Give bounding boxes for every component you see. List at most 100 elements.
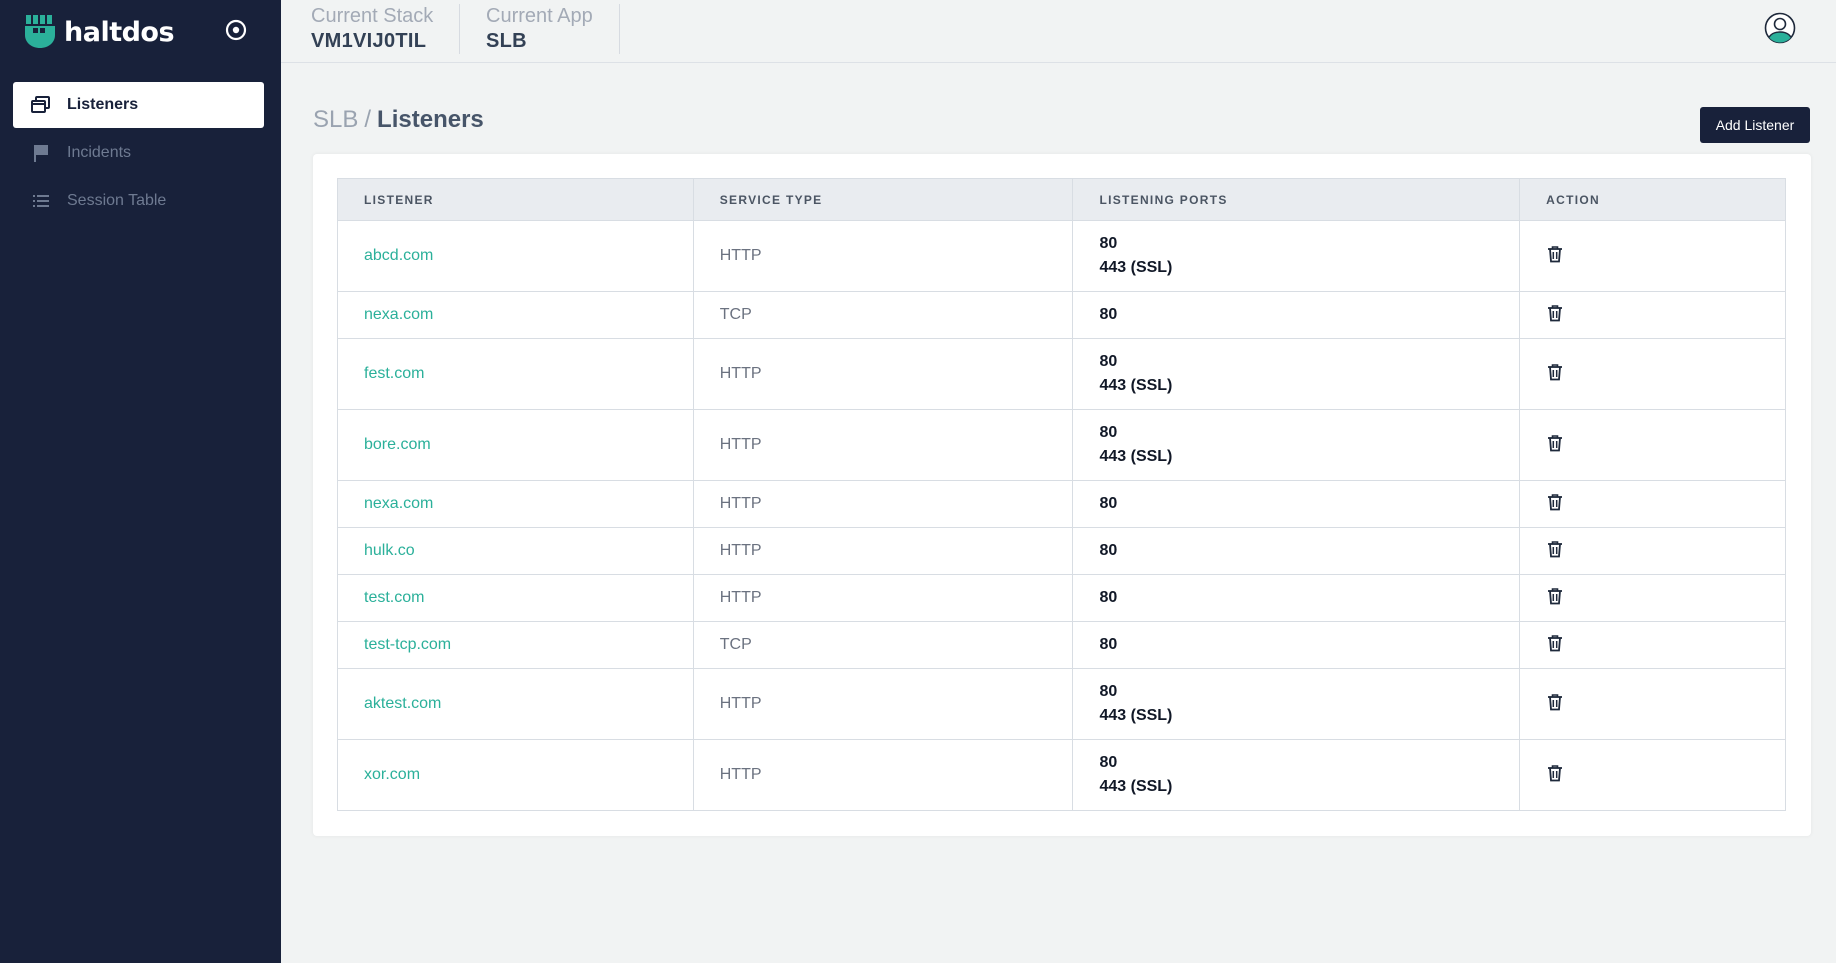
current-app-value: SLB xyxy=(486,30,527,52)
sidebar-toggle-icon[interactable] xyxy=(223,17,249,43)
delete-listener-trash-icon[interactable] xyxy=(1546,245,1564,263)
listener-link[interactable]: aktest.com xyxy=(337,668,694,740)
sidebar-item-label: Listeners xyxy=(67,96,139,113)
sidebar-nav: Listeners Incidents Session Table xyxy=(13,82,264,226)
action-cell xyxy=(1519,409,1786,481)
listening-ports-cell: 80 443 (SSL) xyxy=(1072,739,1521,811)
service-type-cell: HTTP xyxy=(692,338,1074,410)
listening-ports-cell: 80 xyxy=(1072,527,1521,575)
service-type-cell: HTTP xyxy=(692,527,1074,575)
listener-link[interactable]: xor.com xyxy=(337,739,694,811)
port-value: 80 xyxy=(1099,424,1118,441)
current-stack[interactable]: Current Stack VM1VIJ0TIL xyxy=(311,0,433,54)
port-value: 80 xyxy=(1099,495,1118,512)
service-type-cell: HTTP xyxy=(692,668,1074,740)
table-row: test.com HTTP 80 xyxy=(337,574,1786,622)
service-type-cell: TCP xyxy=(692,621,1074,669)
port-value: 443 (SSL) xyxy=(1099,448,1173,465)
add-listener-button[interactable]: Add Listener xyxy=(1700,107,1810,143)
port-value: 443 (SSL) xyxy=(1099,377,1173,394)
breadcrumb-separator: / xyxy=(364,106,372,133)
service-type-cell: TCP xyxy=(692,291,1074,339)
listening-ports-cell: 80 443 (SSL) xyxy=(1072,220,1521,292)
table-row: nexa.com HTTP 80 xyxy=(337,480,1786,528)
sidebar-item-label: Incidents xyxy=(67,144,132,161)
column-header-listening-ports: LISTENING PORTS xyxy=(1072,178,1521,221)
listener-link[interactable]: abcd.com xyxy=(337,220,694,292)
current-stack-value: VM1VIJ0TIL xyxy=(311,30,427,52)
window-icon xyxy=(31,95,51,115)
port-value: 80 xyxy=(1099,589,1118,606)
listener-link[interactable]: hulk.co xyxy=(337,527,694,575)
brand[interactable]: haltdos xyxy=(24,12,175,52)
action-cell xyxy=(1519,220,1786,292)
service-type-cell: HTTP xyxy=(692,480,1074,528)
table-row: bore.com HTTP 80 443 (SSL) xyxy=(337,409,1786,481)
sidebar-item-incidents[interactable]: Incidents xyxy=(13,130,264,176)
breadcrumb-parent[interactable]: SLB xyxy=(313,106,358,133)
topbar: Current Stack VM1VIJ0TIL Current App SLB xyxy=(281,0,1836,63)
delete-listener-trash-icon[interactable] xyxy=(1546,587,1564,605)
listener-link[interactable]: test-tcp.com xyxy=(337,621,694,669)
delete-listener-trash-icon[interactable] xyxy=(1546,634,1564,652)
port-value: 80 xyxy=(1099,542,1118,559)
delete-listener-trash-icon[interactable] xyxy=(1546,493,1564,511)
user-avatar-icon[interactable] xyxy=(1764,12,1796,44)
table-row: test-tcp.com TCP 80 xyxy=(337,621,1786,669)
delete-listener-trash-icon[interactable] xyxy=(1546,764,1564,782)
table-header-row: LISTENER SERVICE TYPE LISTENING PORTS AC… xyxy=(337,178,1786,221)
table-row: aktest.com HTTP 80 443 (SSL) xyxy=(337,668,1786,740)
column-header-action: ACTION xyxy=(1519,178,1786,221)
divider xyxy=(459,4,460,54)
table-row: nexa.com TCP 80 xyxy=(337,291,1786,339)
listener-link[interactable]: nexa.com xyxy=(337,291,694,339)
listeners-table: LISTENER SERVICE TYPE LISTENING PORTS AC… xyxy=(337,178,1786,811)
delete-listener-trash-icon[interactable] xyxy=(1546,434,1564,452)
current-app[interactable]: Current App SLB xyxy=(486,0,593,54)
table-row: hulk.co HTTP 80 xyxy=(337,527,1786,575)
action-cell xyxy=(1519,291,1786,339)
action-cell xyxy=(1519,338,1786,410)
brand-name: haltdos xyxy=(64,16,175,48)
listening-ports-cell: 80 xyxy=(1072,291,1521,339)
delete-listener-trash-icon[interactable] xyxy=(1546,693,1564,711)
port-value: 443 (SSL) xyxy=(1099,778,1173,795)
port-value: 80 xyxy=(1099,754,1118,771)
flag-icon xyxy=(31,143,51,163)
service-type-cell: HTTP xyxy=(692,409,1074,481)
listening-ports-cell: 80 443 (SSL) xyxy=(1072,409,1521,481)
listener-link[interactable]: test.com xyxy=(337,574,694,622)
listener-link[interactable]: bore.com xyxy=(337,409,694,481)
action-cell xyxy=(1519,621,1786,669)
service-type-cell: HTTP xyxy=(692,220,1074,292)
current-app-label: Current App xyxy=(486,5,593,27)
listening-ports-cell: 80 xyxy=(1072,574,1521,622)
sidebar-item-listeners[interactable]: Listeners xyxy=(13,82,264,128)
delete-listener-trash-icon[interactable] xyxy=(1546,363,1564,381)
breadcrumb: SLB / Listeners xyxy=(313,104,484,136)
action-cell xyxy=(1519,739,1786,811)
port-value: 80 xyxy=(1099,683,1118,700)
listener-link[interactable]: fest.com xyxy=(337,338,694,410)
delete-listener-trash-icon[interactable] xyxy=(1546,304,1564,322)
service-type-cell: HTTP xyxy=(692,739,1074,811)
port-value: 443 (SSL) xyxy=(1099,707,1173,724)
column-header-listener: LISTENER xyxy=(337,178,694,221)
table-row: abcd.com HTTP 80 443 (SSL) xyxy=(337,220,1786,292)
haltdos-logo-icon xyxy=(25,15,55,48)
listening-ports-cell: 80 xyxy=(1072,480,1521,528)
listening-ports-cell: 80 xyxy=(1072,621,1521,669)
sidebar-item-label: Session Table xyxy=(67,192,167,209)
listening-ports-cell: 80 443 (SSL) xyxy=(1072,338,1521,410)
port-value: 443 (SSL) xyxy=(1099,259,1173,276)
port-value: 80 xyxy=(1099,353,1118,370)
listener-link[interactable]: nexa.com xyxy=(337,480,694,528)
service-type-cell: HTTP xyxy=(692,574,1074,622)
table-row: xor.com HTTP 80 443 (SSL) xyxy=(337,739,1786,811)
port-value: 80 xyxy=(1099,235,1118,252)
sidebar: haltdos Listeners Incidents Session Tabl… xyxy=(0,0,281,963)
delete-listener-trash-icon[interactable] xyxy=(1546,540,1564,558)
port-value: 80 xyxy=(1099,636,1118,653)
sidebar-item-session-table[interactable]: Session Table xyxy=(13,178,264,224)
column-header-service-type: SERVICE TYPE xyxy=(692,178,1074,221)
